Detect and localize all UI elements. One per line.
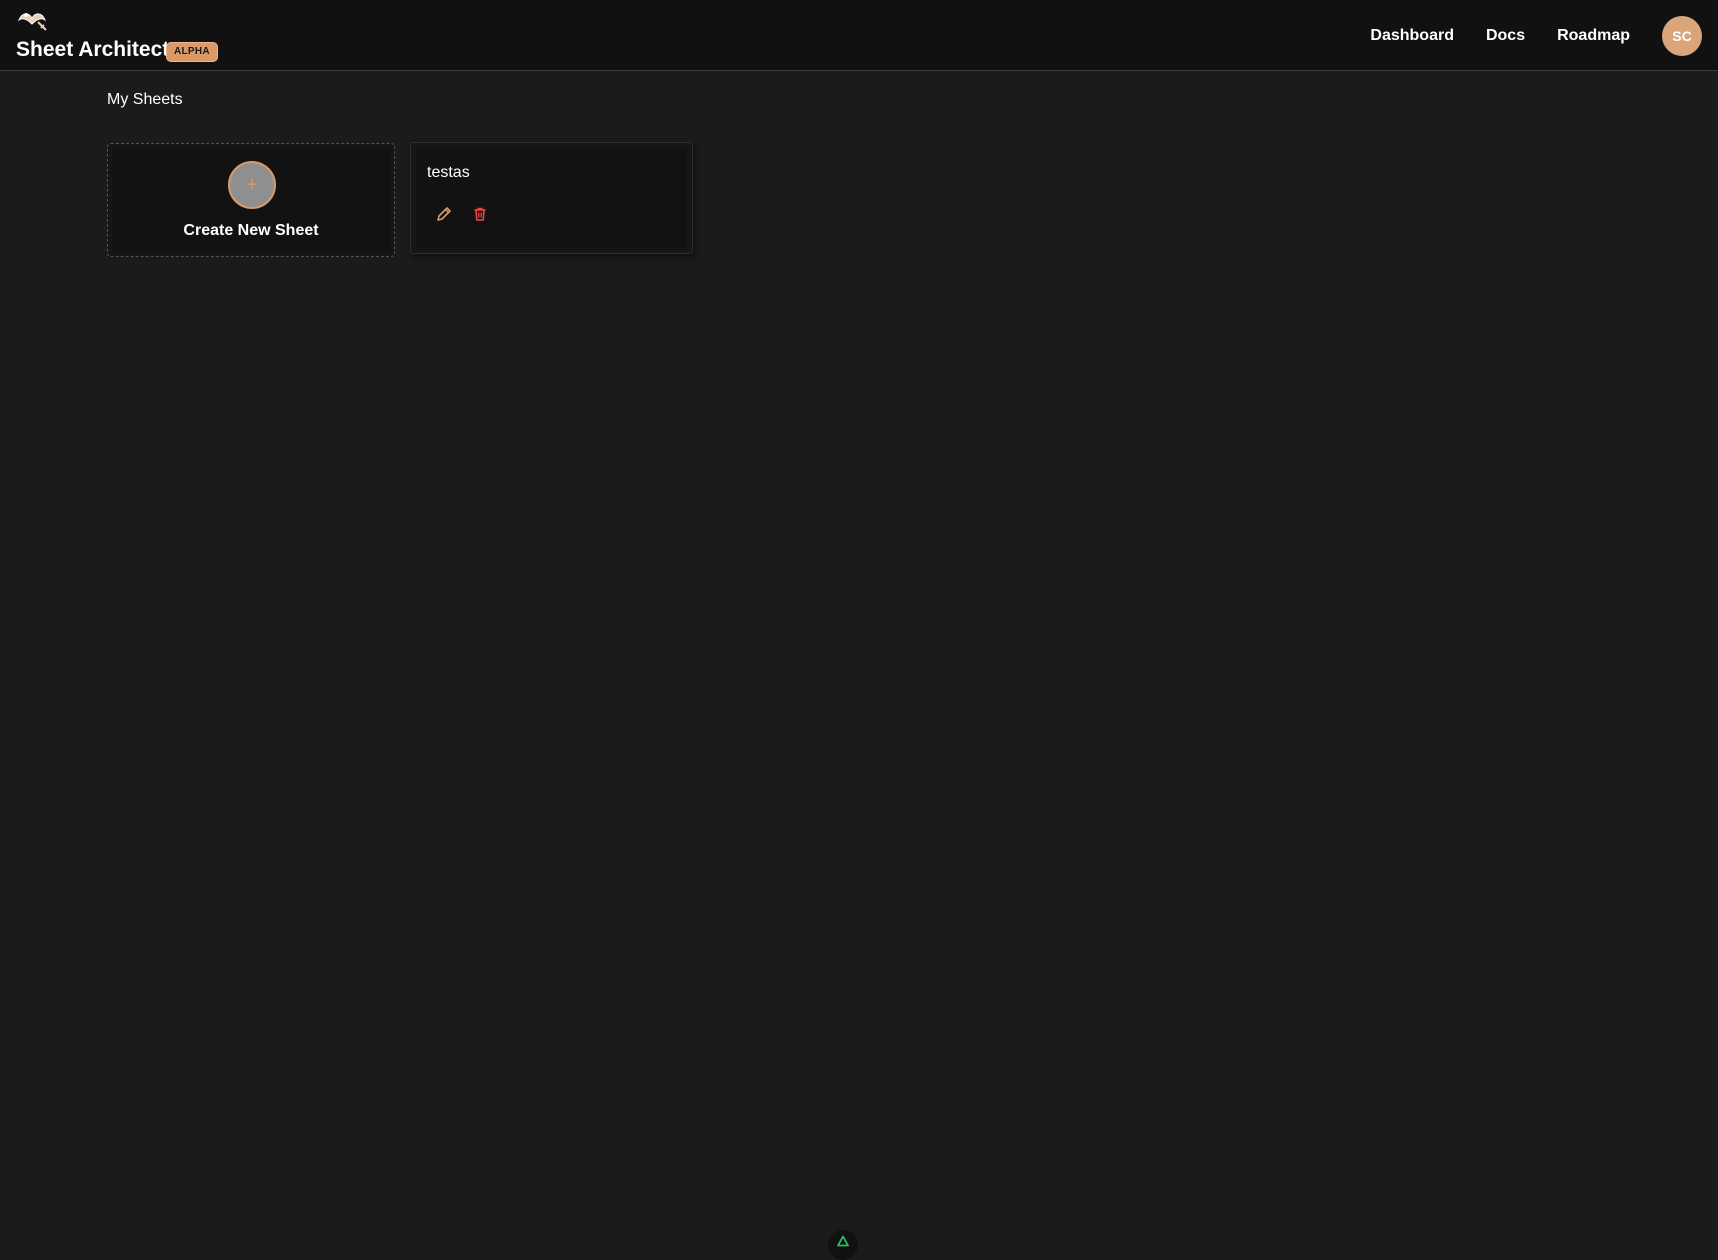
pencil-icon xyxy=(437,207,451,221)
page-title: My Sheets xyxy=(107,91,183,108)
nav-dashboard-link[interactable]: Dashboard xyxy=(1370,27,1454,45)
sheet-name: testas xyxy=(427,164,470,181)
user-avatar[interactable]: SC xyxy=(1662,15,1702,56)
nav-roadmap-link[interactable]: Roadmap xyxy=(1557,27,1630,45)
sheet-card[interactable]: testas xyxy=(410,142,693,254)
delete-sheet-button[interactable] xyxy=(469,203,491,225)
alpha-badge: ALPHA xyxy=(166,42,218,62)
trash-icon xyxy=(474,207,486,221)
create-new-sheet-card[interactable]: + Create New Sheet xyxy=(107,143,395,257)
plus-icon: + xyxy=(228,161,276,209)
create-new-sheet-label: Create New Sheet xyxy=(183,222,319,239)
top-bar: Sheet Architect ALPHA Dashboard Docs Roa… xyxy=(0,0,1718,71)
app-title: Sheet Architect xyxy=(16,38,170,61)
nav-docs-link[interactable]: Docs xyxy=(1486,27,1525,45)
edit-sheet-button[interactable] xyxy=(433,203,455,225)
triangle-icon xyxy=(837,1235,849,1247)
floating-dev-button[interactable] xyxy=(828,1230,858,1260)
main-nav: Dashboard Docs Roadmap SC xyxy=(1370,0,1702,71)
mustache-logo-icon xyxy=(17,13,47,31)
